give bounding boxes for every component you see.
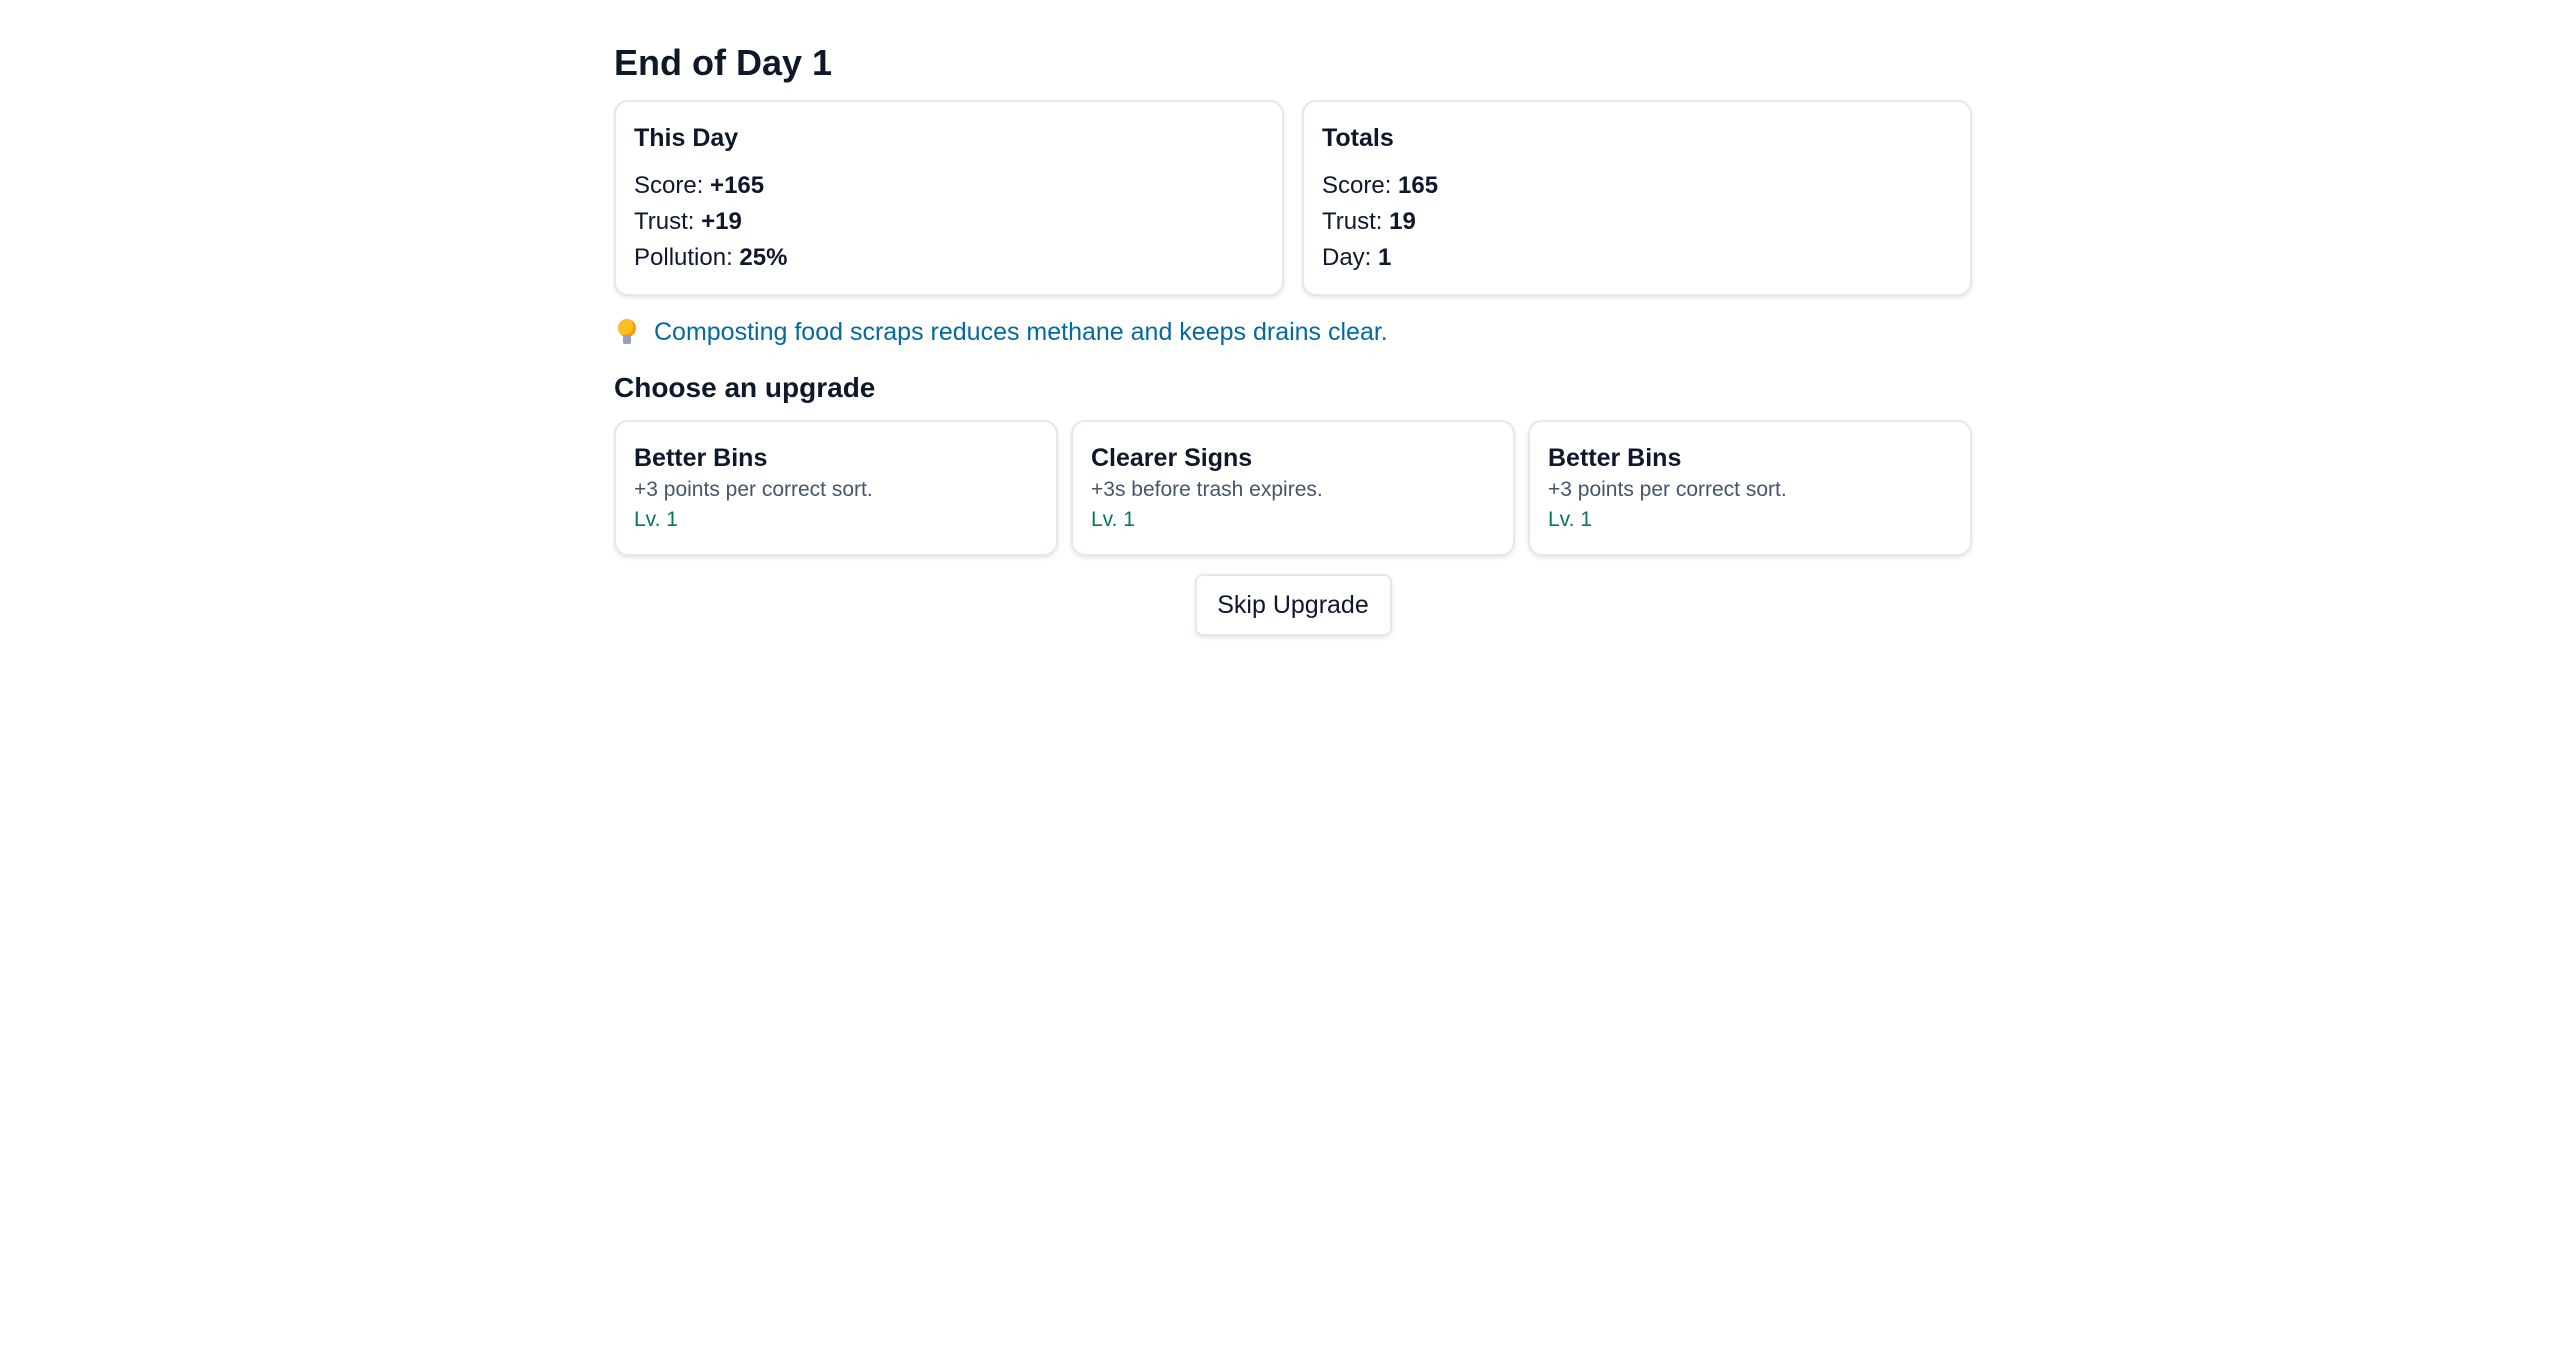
total-score-value: 165 bbox=[1398, 172, 1439, 199]
upgrade-name: Clearer Signs bbox=[1091, 444, 1253, 472]
total-day-value: 1 bbox=[1378, 244, 1392, 271]
total-score-label: Score: bbox=[1322, 172, 1392, 199]
total-trust-value: 19 bbox=[1389, 208, 1416, 235]
day-trust-value: +19 bbox=[701, 208, 742, 235]
totals-heading: Totals bbox=[1322, 124, 1394, 152]
stats-row: This Day Score: +165 Trust: +19 Pollutio… bbox=[614, 100, 1972, 296]
lightbulb-icon bbox=[618, 319, 636, 345]
upgrade-level: Lv. 1 bbox=[1548, 508, 1592, 531]
upgrade-description: +3 points per correct sort. bbox=[634, 478, 873, 501]
day-trust-line: Trust: +19 bbox=[634, 204, 1264, 240]
this-day-card: This Day Score: +165 Trust: +19 Pollutio… bbox=[614, 100, 1284, 296]
skip-row: Skip Upgrade bbox=[614, 574, 1972, 636]
page-title: End of Day 1 bbox=[614, 42, 833, 83]
total-trust-label: Trust: bbox=[1322, 208, 1383, 235]
total-day-line: Day: 1 bbox=[1322, 240, 1952, 276]
day-pollution-label: Pollution: bbox=[634, 244, 733, 271]
end-of-day-screen: End of Day 1 This Day Score: +165 Trust:… bbox=[614, 36, 1972, 636]
this-day-heading: This Day bbox=[634, 124, 739, 152]
total-day-label: Day: bbox=[1322, 244, 1372, 271]
upgrade-description: +3s before trash expires. bbox=[1091, 478, 1323, 501]
day-score-label: Score: bbox=[634, 172, 704, 199]
day-score-value: +165 bbox=[710, 172, 765, 199]
day-trust-label: Trust: bbox=[634, 208, 695, 235]
upgrade-card-clearer-signs[interactable]: Clearer Signs +3s before trash expires. … bbox=[1071, 420, 1515, 556]
day-pollution-value: 25% bbox=[739, 244, 788, 271]
total-trust-line: Trust: 19 bbox=[1322, 204, 1952, 240]
tip-banner: Composting food scraps reduces methane a… bbox=[614, 314, 1972, 350]
upgrade-level: Lv. 1 bbox=[634, 508, 678, 531]
upgrade-name: Better Bins bbox=[634, 444, 768, 472]
upgrade-card-better-bins-2[interactable]: Better Bins +3 points per correct sort. … bbox=[1528, 420, 1972, 556]
day-score-line: Score: +165 bbox=[634, 168, 1264, 204]
totals-card: Totals Score: 165 Trust: 19 Day: 1 bbox=[1302, 100, 1972, 296]
total-score-line: Score: 165 bbox=[1322, 168, 1952, 204]
upgrade-section-title: Choose an upgrade bbox=[614, 372, 876, 403]
upgrade-description: +3 points per correct sort. bbox=[1548, 478, 1787, 501]
upgrade-card-better-bins[interactable]: Better Bins +3 points per correct sort. … bbox=[614, 420, 1058, 556]
upgrade-options: Better Bins +3 points per correct sort. … bbox=[614, 420, 1972, 556]
skip-upgrade-button[interactable]: Skip Upgrade bbox=[1194, 574, 1392, 636]
tip-text: Composting food scraps reduces methane a… bbox=[654, 318, 1388, 346]
upgrade-level: Lv. 1 bbox=[1091, 508, 1135, 531]
day-pollution-line: Pollution: 25% bbox=[634, 240, 1264, 276]
upgrade-name: Better Bins bbox=[1548, 444, 1682, 472]
